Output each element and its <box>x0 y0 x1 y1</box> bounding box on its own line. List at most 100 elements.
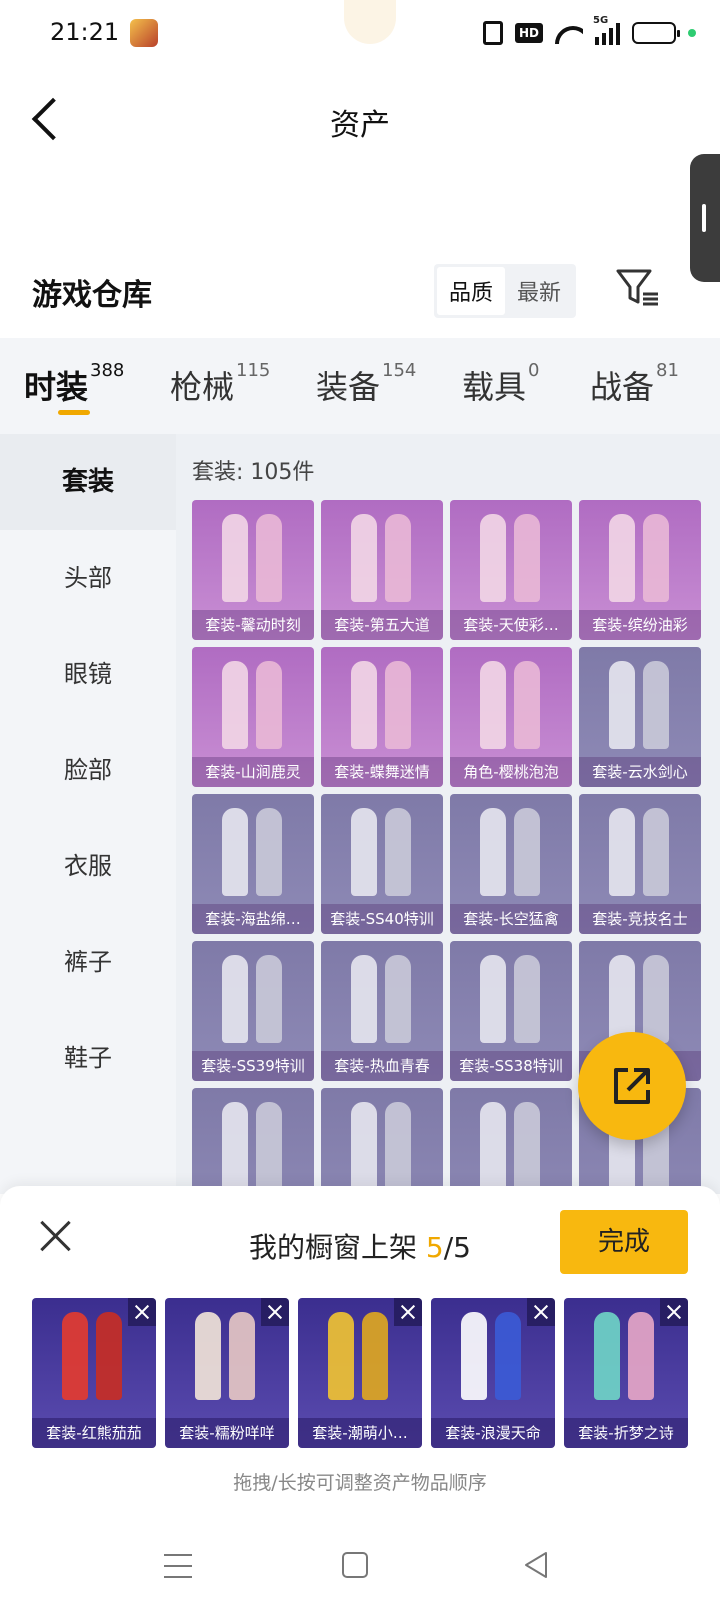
suit-card[interactable]: 套装-馨动时刻 <box>192 500 314 640</box>
showcase-card[interactable]: 套装-浪漫天命 <box>431 1298 555 1448</box>
suit-card[interactable]: 套装-竞技名士 <box>579 794 701 934</box>
external-link-icon <box>614 1068 650 1104</box>
outfit-thumbnail <box>222 661 284 751</box>
remove-icon[interactable] <box>394 1298 422 1326</box>
suit-card-label: 角色-樱桃泡泡 <box>450 757 572 787</box>
showcase-card-label: 套装-糯粉咩咩 <box>165 1418 289 1448</box>
floating-side-handle[interactable] <box>690 154 720 282</box>
tab-vehicles[interactable]: 载具 0 <box>462 360 539 408</box>
outfit-thumbnail <box>195 1312 257 1402</box>
outfit-thumbnail <box>461 1312 523 1402</box>
share-button[interactable] <box>578 1032 686 1140</box>
sidebar-item-suit[interactable]: 套装 <box>0 434 176 530</box>
showcase-card[interactable]: 套装-潮萌小… <box>298 1298 422 1448</box>
sort-quality[interactable]: 品质 <box>437 267 506 315</box>
outfit-thumbnail <box>480 955 542 1045</box>
page-title: 资产 <box>330 108 390 143</box>
suit-card-label: 套装-天使彩… <box>450 610 572 640</box>
filter-icon[interactable] <box>616 268 660 308</box>
remove-icon[interactable] <box>660 1298 688 1326</box>
suit-card[interactable] <box>450 1088 572 1194</box>
outfit-thumbnail <box>62 1312 124 1402</box>
remove-icon[interactable] <box>128 1298 156 1326</box>
game-app-icon <box>130 19 158 47</box>
outfit-thumbnail <box>609 514 671 604</box>
showcase-card-label: 套装-浪漫天命 <box>431 1418 555 1448</box>
reorder-hint: 拖拽/长按可调整资产物品顺序 <box>233 1472 487 1494</box>
suit-card-label: 套装-蝶舞迷情 <box>321 757 443 787</box>
tab-equipment[interactable]: 装备 154 <box>316 360 416 408</box>
suit-card[interactable]: 套装-长空猛禽 <box>450 794 572 934</box>
hd-icon: HD <box>514 23 543 43</box>
outfit-thumbnail <box>222 514 284 604</box>
suit-card-label: 套装-热血青春 <box>321 1051 443 1081</box>
outfit-thumbnail <box>609 808 671 898</box>
outfit-thumbnail <box>480 808 542 898</box>
page-header: 资产 <box>0 68 720 178</box>
suit-card[interactable]: 套装-SS38特训 <box>450 941 572 1081</box>
outfit-thumbnail <box>609 661 671 751</box>
suit-card[interactable]: 套装-SS39特训 <box>192 941 314 1081</box>
suit-card-label: 套装-SS38特训 <box>450 1051 572 1081</box>
item-count: 套装: 105件 <box>192 460 315 485</box>
sidebar-item-clothes[interactable]: 衣服 <box>0 818 176 914</box>
outfit-thumbnail <box>222 955 284 1045</box>
suit-card[interactable]: 套装-第五大道 <box>321 500 443 640</box>
status-time: 21:21 <box>50 18 120 46</box>
suit-card-label: 套装-海盐绵… <box>192 904 314 934</box>
sidebar-item-shoes[interactable]: 鞋子 <box>0 1010 176 1106</box>
system-nav-bar <box>0 1530 720 1612</box>
suit-card[interactable]: 角色-樱桃泡泡 <box>450 647 572 787</box>
suit-card-label: 套装-第五大道 <box>321 610 443 640</box>
sidebar-item-head[interactable]: 头部 <box>0 530 176 626</box>
back-nav-button[interactable] <box>522 1550 550 1580</box>
sidebar-item-glasses[interactable]: 眼镜 <box>0 626 176 722</box>
tab-fashion[interactable]: 时装 388 <box>24 360 124 408</box>
suit-card[interactable]: 套装-海盐绵… <box>192 794 314 934</box>
suit-card-label: 套装-馨动时刻 <box>192 610 314 640</box>
showcase-card[interactable]: 套装-红熊茄茄 <box>32 1298 156 1448</box>
outfit-thumbnail <box>351 514 413 604</box>
outfit-thumbnail <box>480 1102 542 1192</box>
recent-apps-button[interactable] <box>164 1554 192 1578</box>
outfit-thumbnail <box>351 1102 413 1192</box>
showcase-card-label: 套装-潮萌小… <box>298 1418 422 1448</box>
outfit-thumbnail <box>222 808 284 898</box>
status-icons: HD 5G <box>482 15 696 48</box>
suit-card[interactable]: 套装-缤纷油彩 <box>579 500 701 640</box>
privacy-dot-icon <box>688 29 696 37</box>
done-button[interactable]: 完成 <box>560 1210 688 1274</box>
remove-icon[interactable] <box>527 1298 555 1326</box>
sidebar-item-pants[interactable]: 裤子 <box>0 914 176 1010</box>
tab-guns[interactable]: 枪械 115 <box>170 360 270 408</box>
sort-toggle: 品质 最新 <box>434 264 577 318</box>
suit-card[interactable]: 套装-SS40特训 <box>321 794 443 934</box>
suit-card[interactable]: 套装-山涧鹿灵 <box>192 647 314 787</box>
suit-card[interactable]: 套装-热血青春 <box>321 941 443 1081</box>
suit-card[interactable]: 套装-天使彩… <box>450 500 572 640</box>
showcase-items: 套装-红熊茄茄 套装-糯粉咩咩 套装-潮萌小… 套装-浪漫天命 套装-折梦之诗 <box>32 1298 688 1448</box>
suit-card-label: 套装-SS40特训 <box>321 904 443 934</box>
outfit-thumbnail <box>480 661 542 751</box>
outfit-thumbnail <box>351 661 413 751</box>
active-tab-indicator <box>58 410 90 415</box>
outfit-thumbnail <box>594 1312 656 1402</box>
suit-card[interactable]: 套装-云水剑心 <box>579 647 701 787</box>
suit-card[interactable] <box>321 1088 443 1194</box>
suit-card-label: 套装-缤纷油彩 <box>579 610 701 640</box>
outfit-thumbnail <box>351 808 413 898</box>
tab-supplies[interactable]: 战备 81 <box>590 360 679 408</box>
sidebar-item-face[interactable]: 脸部 <box>0 722 176 818</box>
subcategory-sidebar: 套装 头部 眼镜 脸部 衣服 裤子 鞋子 <box>0 434 176 1194</box>
outfit-thumbnail <box>328 1312 390 1402</box>
remove-icon[interactable] <box>261 1298 289 1326</box>
suit-card[interactable]: 套装-蝶舞迷情 <box>321 647 443 787</box>
suit-card-label: 套装-山涧鹿灵 <box>192 757 314 787</box>
showcase-card[interactable]: 套装-折梦之诗 <box>564 1298 688 1448</box>
home-button[interactable] <box>342 1552 368 1578</box>
showcase-card[interactable]: 套装-糯粉咩咩 <box>165 1298 289 1448</box>
suit-card[interactable] <box>192 1088 314 1194</box>
vibrate-icon <box>482 21 503 45</box>
warehouse-title: 游戏仓库 <box>32 278 152 313</box>
sort-newest[interactable]: 最新 <box>505 267 573 315</box>
